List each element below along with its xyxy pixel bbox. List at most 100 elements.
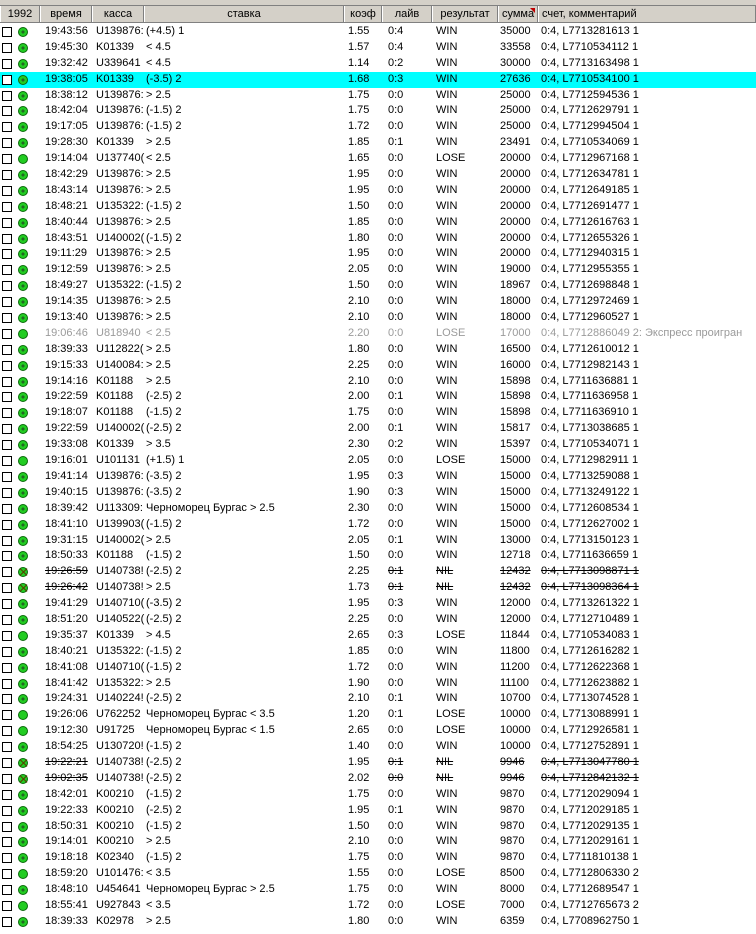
table-row[interactable]: 18:40:21 U135322: (-1.5) 2 1.85 0:0 WIN 11800 0… [0,644,756,660]
col-header-coef[interactable]: коэф [344,6,382,22]
table-row[interactable]: 19:26:59 U140738! (-2.5) 2 2.25 0:1 NIL 12432 0… [0,564,756,580]
row-checkbox[interactable] [2,551,12,562]
row-checkbox[interactable] [2,313,12,324]
table-row[interactable]: 19:14:04 U137740(< 2.5 1.65 0:0 LOSE 20000 0:4… [0,151,756,167]
table-row[interactable]: 19:28:30 K01339 > 2.5 1.85 0:1 WIN 23491 0:4, L… [0,135,756,151]
row-checkbox[interactable] [2,217,12,228]
row-checkbox[interactable] [2,726,12,737]
row-checkbox[interactable] [2,170,12,181]
row-checkbox[interactable] [2,678,12,689]
table-row[interactable]: 19:40:15 U139876: (-3.5) 2 1.90 0:3 WIN 15000 0… [0,485,756,501]
row-checkbox[interactable] [2,42,12,53]
table-row[interactable]: 19:06:46 U818940 < 2.5 2.20 0:0 LOSE 17000 0:4,… [0,326,756,342]
row-checkbox[interactable] [2,249,12,260]
table-row[interactable]: 18:50:31 K00210 (-1.5) 2 1.50 0:0 WIN 9870 0:4,… [0,819,756,835]
row-checkbox[interactable] [2,900,12,911]
row-checkbox[interactable] [2,471,12,482]
row-checkbox[interactable] [2,297,12,308]
table-row[interactable]: 19:38:05 K01339 (-3.5) 2 1.68 0:3 WIN 27636 0:4… [0,71,756,88]
col-header-live[interactable]: лайв [382,6,432,22]
col-header-count[interactable]: 1992 [0,6,40,22]
row-checkbox[interactable] [2,662,12,673]
table-row[interactable]: 18:50:33 K01188 (-1.5) 2 1.50 0:0 WIN 12718 0:4… [0,548,756,564]
row-checkbox[interactable] [2,821,12,832]
row-checkbox[interactable] [2,328,12,339]
table-row[interactable]: 18:51:20 U140522((-2.5) 2 2.25 0:0 WIN 12000 0… [0,612,756,628]
table-row[interactable]: 19:14:35 U139876: > 2.5 2.10 0:0 WIN 18000 0:4,… [0,294,756,310]
table-row[interactable]: 18:59:20 U101476: < 3.5 1.55 0:0 LOSE 8500 0:4,… [0,866,756,882]
row-checkbox[interactable] [2,630,12,641]
row-checkbox[interactable] [2,74,12,85]
table-row[interactable]: 19:24:31 U140224! (-2.5) 2 2.10 0:1 WIN 10700 0… [0,691,756,707]
table-row[interactable]: 18:49:27 U135322: (-1.5) 2 1.50 0:0 WIN 18967 0… [0,278,756,294]
row-checkbox[interactable] [2,805,12,816]
row-checkbox[interactable] [2,138,12,149]
row-checkbox[interactable] [2,58,12,69]
row-checkbox[interactable] [2,201,12,212]
col-header-kassa[interactable]: касса [92,6,144,22]
row-checkbox[interactable] [2,487,12,498]
row-checkbox[interactable] [2,916,12,927]
table-row[interactable]: 19:31:15 U140002(> 2.5 2.05 0:1 WIN 13000 0:4,… [0,533,756,549]
table-row[interactable]: 18:42:29 U139876: > 2.5 1.95 0:0 WIN 20000 0:4,… [0,167,756,183]
table-row[interactable]: 19:13:40 U139876: > 2.5 2.10 0:0 WIN 18000 0:4,… [0,310,756,326]
table-row[interactable]: 19:41:14 U139876: (-3.5) 2 1.95 0:3 WIN 15000 0… [0,469,756,485]
table-row[interactable]: 18:40:44 U139876: > 2.5 1.85 0:0 WIN 20000 0:4,… [0,215,756,231]
row-checkbox[interactable] [2,122,12,133]
row-checkbox[interactable] [2,789,12,800]
row-checkbox[interactable] [2,90,12,101]
row-checkbox[interactable] [2,535,12,546]
table-row[interactable]: 19:26:42 U140738! > 2.5 1.73 0:1 NIL 12432 0:4,… [0,580,756,596]
row-checkbox[interactable] [2,614,12,625]
row-checkbox[interactable] [2,185,12,196]
table-row[interactable]: 19:15:33 U140084: > 2.5 2.25 0:0 WIN 16000 0:4,… [0,358,756,374]
table-row[interactable]: 18:48:10 U454641 Черноморец Бургас > 2.5 1.… [0,882,756,898]
table-row[interactable]: 19:22:21 U140738! (-2.5) 2 1.95 0:1 NIL 9946 0:… [0,755,756,771]
table-row[interactable]: 18:39:33 U112822(> 2.5 1.80 0:0 WIN 16500 0:4,… [0,342,756,358]
row-checkbox[interactable] [2,106,12,117]
row-checkbox[interactable] [2,757,12,768]
row-checkbox[interactable] [2,154,12,165]
row-checkbox[interactable] [2,773,12,784]
table-row[interactable]: 18:42:01 K00210 (-1.5) 2 1.75 0:0 WIN 9870 0:4,… [0,787,756,803]
table-row[interactable]: 19:45:30 K01339 < 4.5 1.57 0:4 WIN 33558 0:4, L… [0,40,756,56]
row-checkbox[interactable] [2,885,12,896]
table-row[interactable]: 18:48:21 U135322: (-1.5) 2 1.50 0:0 WIN 20000 0… [0,199,756,215]
row-checkbox[interactable] [2,853,12,864]
table-row[interactable]: 19:02:35 U140738! (-2.5) 2 2.02 0:0 NIL 9946 0:… [0,771,756,787]
table-row[interactable]: 19:41:29 U140710((-3.5) 2 1.95 0:3 WIN 12000 0… [0,596,756,612]
row-checkbox[interactable] [2,360,12,371]
table-row[interactable]: 19:17:05 U139876: (-1.5) 2 1.72 0:0 WIN 25000 0… [0,119,756,135]
table-row[interactable]: 19:18:07 K01188 (-1.5) 2 1.75 0:0 WIN 15898 0:4… [0,405,756,421]
row-checkbox[interactable] [2,503,12,514]
row-checkbox[interactable] [2,376,12,387]
row-checkbox[interactable] [2,869,12,880]
table-row[interactable]: 19:18:18 K02340 (-1.5) 2 1.75 0:0 WIN 9870 0:4,… [0,850,756,866]
row-checkbox[interactable] [2,646,12,657]
row-checkbox[interactable] [2,742,12,753]
row-checkbox[interactable] [2,281,12,292]
row-checkbox[interactable] [2,233,12,244]
col-header-comment[interactable]: счет, комментарий [538,6,756,22]
table-row[interactable]: 19:12:59 U139876: > 2.5 2.05 0:0 WIN 19000 0:4,… [0,262,756,278]
row-checkbox[interactable] [2,344,12,355]
row-checkbox[interactable] [2,710,12,721]
table-row[interactable]: 18:54:25 U130720! (-1.5) 2 1.40 0:0 WIN 10000 0… [0,739,756,755]
table-row[interactable]: 19:12:30 U91725 Черноморец Бургас < 1.5 2.6… [0,723,756,739]
table-row[interactable]: 18:41:10 U139903((-1.5) 2 1.72 0:0 WIN 15000 0… [0,517,756,533]
row-checkbox[interactable] [2,265,12,276]
col-header-bet[interactable]: ставка [144,6,344,22]
row-checkbox[interactable] [2,440,12,451]
row-checkbox[interactable] [2,694,12,705]
table-row[interactable]: 19:22:59 U140002((-2.5) 2 2.00 0:1 WIN 15817 0… [0,421,756,437]
table-row[interactable]: 18:39:33 K02978 > 2.5 1.80 0:0 WIN 6359 0:4, L7… [0,914,756,930]
table-row[interactable]: 19:16:01 U101131 (+1.5) 1 2.05 0:0 LOSE 15000 0… [0,453,756,469]
row-checkbox[interactable] [2,424,12,435]
table-row[interactable]: 19:22:33 K00210 (-2.5) 2 1.95 0:1 WIN 9870 0:4,… [0,803,756,819]
row-checkbox[interactable] [2,456,12,467]
row-checkbox[interactable] [2,583,12,594]
row-checkbox[interactable] [2,837,12,848]
row-checkbox[interactable] [2,567,12,578]
table-row[interactable]: 18:43:51 U140002((-1.5) 2 1.80 0:0 WIN 20000 0… [0,231,756,247]
table-row[interactable]: 18:38:12 U139876: > 2.5 1.75 0:0 WIN 25000 0:4,… [0,88,756,104]
